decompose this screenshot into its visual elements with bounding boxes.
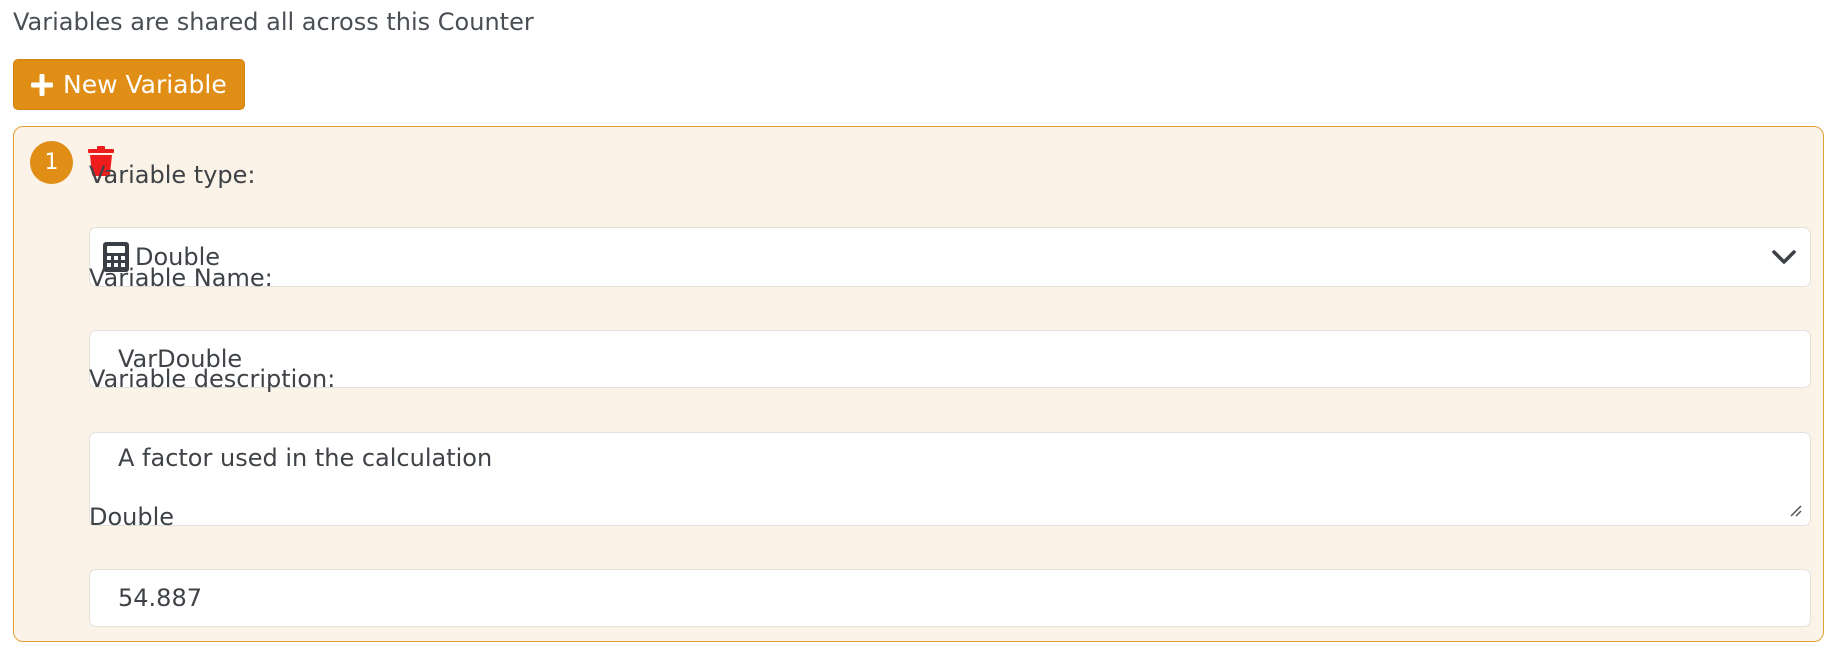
variable-type-select[interactable]: Double xyxy=(89,227,1811,287)
variable-description-textarea[interactable]: A factor used in the calculation xyxy=(89,432,1811,526)
resize-handle-icon[interactable] xyxy=(1788,503,1802,517)
variable-description-label: Variable description: xyxy=(89,365,336,393)
new-variable-button[interactable]: New Variable xyxy=(13,59,245,110)
variable-value-input[interactable]: 54.887 xyxy=(89,569,1811,627)
variable-description-value: A factor used in the calculation xyxy=(118,444,493,472)
variable-name-label: Variable Name: xyxy=(89,264,273,292)
chevron-down-icon xyxy=(1772,250,1796,264)
variable-index-badge: 1 xyxy=(30,141,73,184)
variable-value-label: Double xyxy=(89,503,175,531)
variable-type-label: Variable type: xyxy=(89,161,256,189)
variable-card: 1 Variable type: Double Variable Name: V… xyxy=(13,126,1824,642)
new-variable-label: New Variable xyxy=(63,70,227,99)
intro-text: Variables are shared all across this Cou… xyxy=(13,8,534,36)
variable-name-input[interactable]: VarDouble xyxy=(89,330,1811,388)
plus-icon xyxy=(31,73,53,96)
